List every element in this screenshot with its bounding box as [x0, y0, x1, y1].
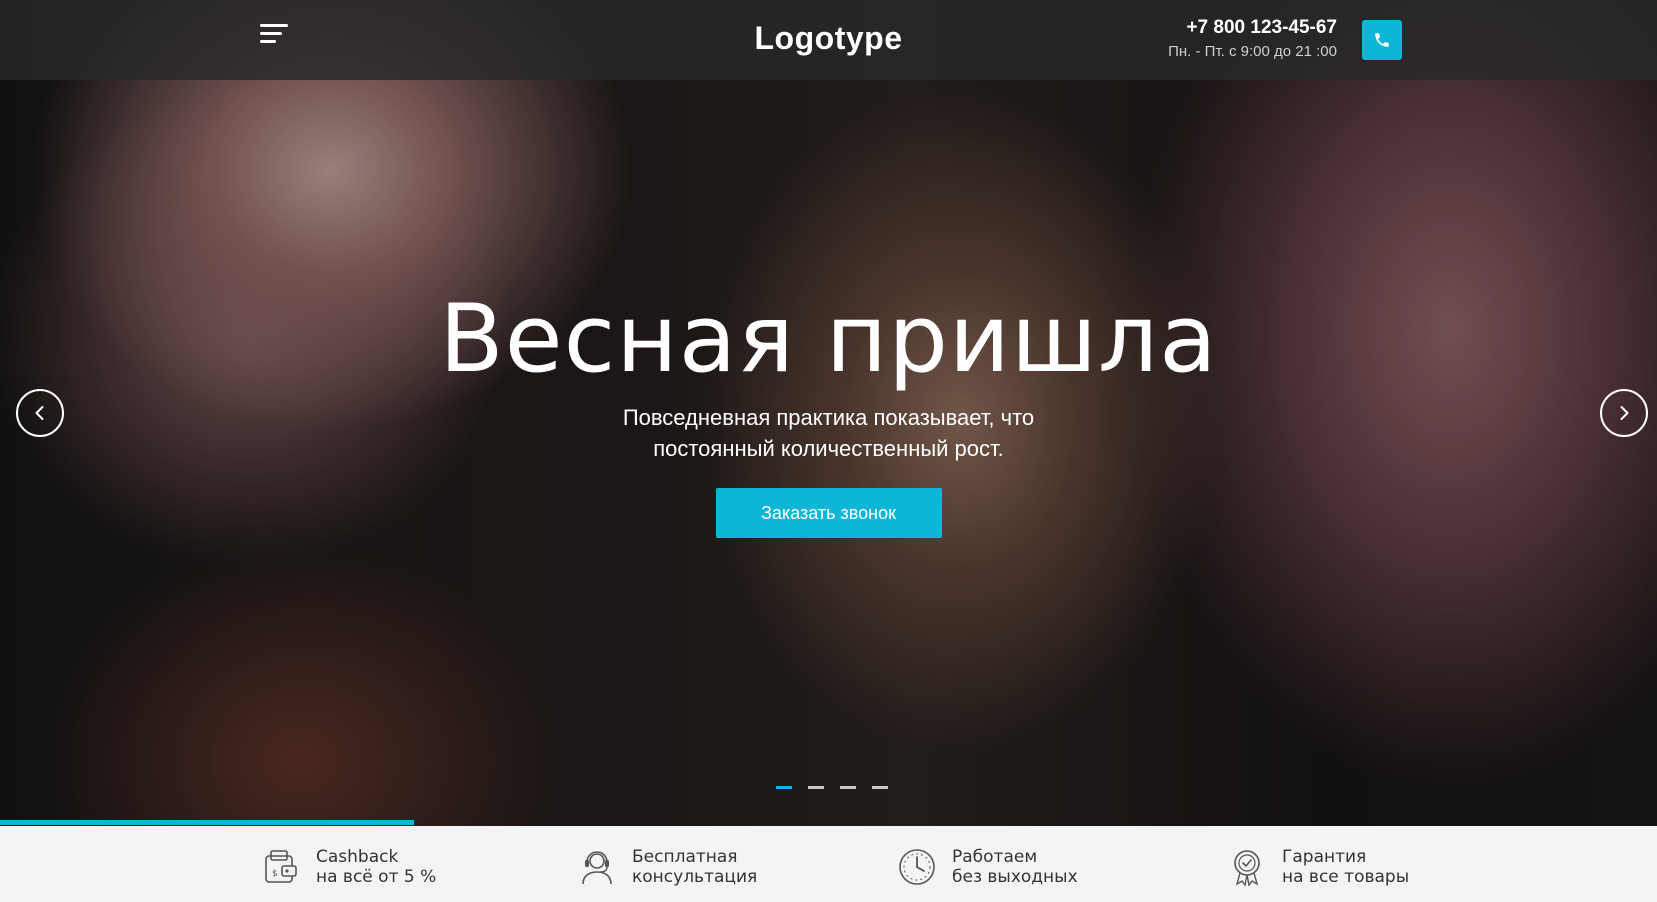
feature-schedule: Работаем без выходных: [896, 846, 1078, 888]
feature-text: Cashback на всё от 5 %: [316, 847, 436, 887]
slider-pagination: [776, 786, 888, 789]
clock-icon: [899, 849, 935, 885]
slider-dot[interactable]: [872, 786, 888, 789]
feature-title: Бесплатная: [632, 847, 738, 867]
feature-guarantee: Гарантия на все товары: [1226, 846, 1409, 888]
order-call-button[interactable]: Заказать звонок: [715, 488, 942, 538]
headset-operator-icon: [582, 851, 612, 885]
wallet-cashback-icon: $: [265, 850, 297, 883]
slide-progress-bar: [0, 820, 415, 825]
slider-dot[interactable]: [776, 786, 792, 789]
award-badge-icon: [1234, 850, 1260, 887]
feature-title: Гарантия: [1282, 847, 1367, 867]
feature-subtitle: консультация: [632, 867, 758, 887]
feature-cashback: $ Cashback на всё от 5 %: [260, 846, 436, 888]
phone-icon: [1375, 33, 1389, 47]
feature-text: Работаем без выходных: [952, 847, 1078, 887]
feature-consultation: Бесплатная консультация: [576, 846, 757, 888]
feature-subtitle: на все товары: [1282, 867, 1410, 887]
features-bar: $ Cashback на всё от 5 % Бесплатная конс…: [0, 826, 1657, 902]
slider-dot[interactable]: [808, 786, 824, 789]
feature-title: Работаем: [952, 847, 1038, 867]
feature-title: Cashback: [316, 847, 399, 867]
feature-text: Бесплатная консультация: [632, 847, 757, 887]
top-header: Logotype +7 800 123-45-67 Пн. - Пт. с 9:…: [0, 0, 1657, 80]
contact-info: +7 800 123-45-67 Пн. - Пт. с 9:00 до 21 …: [1168, 17, 1337, 60]
hero-slider: Logotype +7 800 123-45-67 Пн. - Пт. с 9:…: [0, 0, 1657, 826]
phone-number[interactable]: +7 800 123-45-67: [1168, 17, 1337, 39]
hero-title: Весная пришла: [439, 285, 1218, 394]
feature-subtitle: без выходных: [952, 867, 1078, 887]
site-logo[interactable]: Logotype: [0, 20, 1657, 57]
slide-progress-track: [0, 820, 1657, 825]
slider-dot[interactable]: [840, 786, 856, 789]
hero-content: Весная пришла Повседневная практика пока…: [0, 290, 1657, 538]
feature-subtitle: на всё от 5 %: [316, 867, 437, 887]
call-button[interactable]: [1362, 20, 1402, 60]
feature-text: Гарантия на все товары: [1282, 847, 1409, 887]
hero-subtitle: Повседневная практика показывает, что по…: [622, 405, 1035, 461]
working-hours: Пн. - Пт. с 9:00 до 21 :00: [1168, 43, 1337, 60]
svg-text:$: $: [272, 869, 278, 879]
